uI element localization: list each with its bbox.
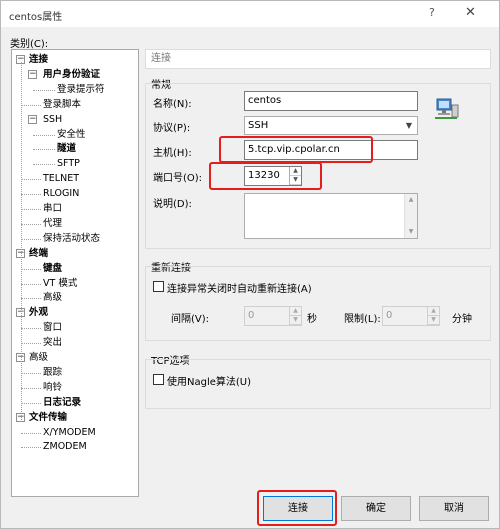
spin-up-icon[interactable]: ▲ [290, 307, 301, 316]
tree-item[interactable]: 外观 [29, 306, 48, 320]
nagle-label: 使用Nagle算法(U) [167, 377, 252, 388]
tree-connector [21, 447, 41, 449]
tree-item[interactable]: SSH [43, 113, 62, 127]
tree-item[interactable]: 跟踪 [43, 366, 62, 380]
tree-connector [21, 194, 41, 196]
tree-connector [21, 402, 41, 404]
spin-up-icon[interactable]: ▲ [428, 307, 439, 316]
tree-connector [21, 387, 41, 389]
tree-connector [21, 62, 22, 422]
tree-connector [21, 179, 41, 181]
tree-connector [21, 238, 41, 240]
tree-item[interactable]: 保持活动状态 [43, 232, 100, 246]
tree-connector [21, 268, 41, 270]
tree-item[interactable]: 窗口 [43, 321, 62, 335]
reconnect-groupbox [145, 266, 491, 341]
protocol-select[interactable]: SSH ▼ [244, 116, 418, 135]
help-icon[interactable]: ? [429, 6, 435, 19]
spin-down-icon[interactable]: ▼ [428, 316, 439, 325]
limit-value: 0 [386, 310, 393, 321]
close-icon[interactable]: ✕ [465, 5, 476, 20]
tree-item[interactable]: 用户身份验证 [43, 68, 100, 82]
limit-label: 限制(L): [344, 314, 381, 325]
tree-connector [21, 223, 41, 225]
interval-input[interactable]: 0 ▲ ▼ [244, 306, 302, 326]
tree-connector [33, 149, 55, 151]
tree-item[interactable]: 高级 [43, 291, 62, 305]
tree-connector [21, 209, 41, 210]
host-label: 主机(H): [153, 148, 192, 159]
limit-input[interactable]: 0 ▲ ▼ [382, 306, 440, 326]
chevron-down-icon: ▼ [405, 121, 413, 130]
auto-reconnect-label: 连接异常关闭时自动重新连接(A) [167, 284, 312, 295]
tree-connector [21, 343, 41, 345]
tree-item[interactable]: 串口 [43, 202, 62, 216]
tree-item[interactable]: 日志记录 [43, 396, 81, 410]
panel-title: 连接 [145, 49, 491, 69]
tree-item[interactable]: X/YMODEM [43, 426, 96, 440]
port-highlight [209, 162, 322, 190]
nagle-checkbox[interactable] [153, 374, 164, 385]
category-label: 类别(C): [10, 39, 49, 50]
interval-label: 间隔(V): [171, 314, 210, 325]
scroll-up-icon[interactable]: ▲ [405, 194, 417, 206]
tree-collapse-icon[interactable]: − [28, 69, 37, 79]
tree-connector [33, 164, 55, 166]
description-scrollbar[interactable]: ▲ ▼ [404, 194, 417, 238]
tree-item[interactable]: VT 模式 [43, 277, 77, 291]
tree-item[interactable]: 安全性 [57, 128, 86, 142]
tree-item[interactable]: 响铃 [43, 381, 62, 395]
interval-value: 0 [248, 310, 255, 321]
tree-item[interactable]: 文件传输 [29, 411, 67, 425]
cancel-button[interactable]: 取消 [419, 496, 489, 521]
tree-connector [21, 372, 41, 374]
window-title: centos属性 [9, 12, 63, 23]
title-bar: centos属性 ? ✕ [1, 1, 499, 27]
limit-spinner[interactable]: ▲ ▼ [427, 307, 439, 325]
tree-item[interactable]: 终端 [29, 247, 48, 261]
tree-item[interactable]: 登录提示符 [57, 83, 105, 97]
limit-unit: 分钟 [452, 314, 472, 325]
tree-connector [33, 89, 55, 91]
tree-connector [21, 328, 41, 330]
tree-connector [21, 298, 41, 300]
tree-item[interactable]: 登录脚本 [43, 98, 81, 112]
host-highlight [219, 136, 373, 163]
description-textarea[interactable]: ▲ ▼ [244, 193, 418, 239]
spin-down-icon[interactable]: ▼ [290, 316, 301, 325]
tree-item[interactable]: 代理 [43, 217, 62, 231]
tree-connector [21, 432, 41, 434]
category-tree[interactable]: − 连接 − 用户身份验证 登录提示符 登录脚本 − SSH 安全性 隧道 SFTP TELNET RL… [11, 49, 139, 497]
tree-connector [33, 134, 55, 136]
tree-item[interactable]: RLOGIN [43, 187, 79, 201]
tree-item[interactable]: 高级 [29, 351, 48, 365]
ok-button[interactable]: 确定 [341, 496, 411, 521]
network-computer-icon [434, 97, 460, 121]
protocol-label: 协议(P): [153, 123, 191, 134]
protocol-value: SSH [248, 120, 269, 131]
interval-unit: 秒 [307, 314, 317, 325]
tree-item[interactable]: 突出 [43, 336, 62, 350]
tree-item[interactable]: 隧道 [57, 142, 76, 156]
port-label: 端口号(O): [153, 173, 203, 184]
tree-connector [21, 104, 41, 106]
tree-collapse-icon[interactable]: − [28, 114, 37, 124]
interval-spinner[interactable]: ▲ ▼ [289, 307, 301, 325]
tree-item[interactable]: SFTP [57, 157, 80, 171]
properties-dialog: centos属性 ? ✕ 类别(C): − 连接 − 用户身份验证 登录提示符 登录脚本 −… [0, 0, 500, 529]
tree-item[interactable]: TELNET [43, 172, 79, 186]
name-input[interactable]: centos [244, 91, 418, 111]
scroll-down-icon[interactable]: ▼ [405, 226, 417, 238]
tree-connector [21, 283, 41, 285]
connect-highlight [257, 490, 337, 526]
description-label: 说明(D): [153, 199, 192, 210]
auto-reconnect-checkbox[interactable] [153, 281, 164, 292]
tree-item[interactable]: 键盘 [43, 262, 62, 276]
tree-item[interactable]: ZMODEM [43, 440, 87, 454]
name-label: 名称(N): [153, 99, 192, 110]
tree-item[interactable]: 连接 [29, 53, 48, 67]
